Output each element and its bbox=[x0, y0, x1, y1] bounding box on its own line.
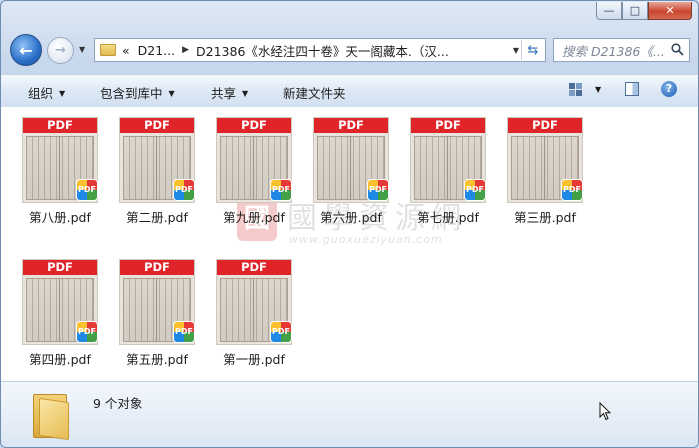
address-overflow[interactable]: « bbox=[122, 43, 130, 58]
breadcrumb-item[interactable]: D21... bbox=[138, 43, 175, 58]
organize-menu[interactable]: 组织 ▼ bbox=[28, 83, 65, 102]
file-name: 第九册.pdf bbox=[223, 210, 285, 225]
new-folder-button[interactable]: 新建文件夹 bbox=[283, 83, 346, 102]
forward-button[interactable]: → bbox=[47, 37, 74, 64]
search-input[interactable]: 搜索 D21386《... bbox=[562, 41, 666, 60]
search-box[interactable]: 搜索 D21386《... bbox=[553, 38, 690, 62]
file-item[interactable]: PDF PDF 第五册.pdf bbox=[111, 257, 207, 367]
maximize-button[interactable]: □ bbox=[622, 2, 648, 20]
explorer-window: — □ ✕ ← → ▼ « D21... ▶ D21386《水经注四十卷》天一阁… bbox=[0, 0, 699, 448]
change-view-icon[interactable] bbox=[569, 83, 582, 96]
pdf-badge-icon: PDF bbox=[173, 179, 195, 201]
file-name: 第七册.pdf bbox=[417, 210, 479, 225]
pdf-badge-icon: PDF bbox=[173, 321, 195, 343]
pdf-badge-icon: PDF bbox=[270, 179, 292, 201]
command-bar: 组织 ▼ 包含到库中 ▼ 共享 ▼ 新建文件夹 ▼ ? bbox=[1, 74, 698, 108]
file-item[interactable]: PDF PDF 第二册.pdf bbox=[111, 115, 207, 225]
file-item[interactable]: PDF PDF 第七册.pdf bbox=[402, 115, 498, 225]
folder-icon bbox=[31, 392, 71, 441]
pdf-badge-icon: PDF bbox=[464, 179, 486, 201]
file-item[interactable]: PDF PDF 第三册.pdf bbox=[499, 115, 595, 225]
folder-icon bbox=[100, 44, 116, 56]
pdf-badge-icon: PDF bbox=[561, 179, 583, 201]
mouse-cursor-icon bbox=[599, 401, 612, 426]
back-button[interactable]: ← bbox=[10, 34, 42, 66]
pdf-badge-icon: PDF bbox=[367, 179, 389, 201]
watermark-url: www.guoxueziyuan.com bbox=[289, 233, 443, 246]
pdf-badge-icon: PDF bbox=[76, 179, 98, 201]
file-list[interactable]: 國 國學資源網 www.guoxueziyuan.com PDF PDF 第八册… bbox=[1, 107, 698, 381]
file-name: 第三册.pdf bbox=[514, 210, 576, 225]
file-item[interactable]: PDF PDF 第六册.pdf bbox=[305, 115, 401, 225]
address-dropdown[interactable]: ▼ bbox=[513, 46, 519, 55]
file-item[interactable]: PDF PDF 第八册.pdf bbox=[14, 115, 110, 225]
item-count: 9 个对象 bbox=[93, 396, 143, 411]
file-name: 第二册.pdf bbox=[126, 210, 188, 225]
breadcrumb-item[interactable]: D21386《水经注四十卷》天一阁藏本.（汉... bbox=[196, 41, 449, 60]
file-item[interactable]: PDF PDF 第一册.pdf bbox=[208, 257, 304, 367]
preview-pane-icon[interactable] bbox=[625, 82, 639, 96]
address-bar[interactable]: « D21... ▶ D21386《水经注四十卷》天一阁藏本.（汉... ▼ ⇆ bbox=[94, 38, 546, 62]
refresh-icon[interactable]: ⇆ bbox=[521, 40, 544, 60]
file-name: 第八册.pdf bbox=[29, 210, 91, 225]
view-options-dropdown[interactable]: ▼ bbox=[595, 85, 601, 94]
pdf-badge-icon: PDF bbox=[76, 321, 98, 343]
file-item[interactable]: PDF PDF 第九册.pdf bbox=[208, 115, 304, 225]
minimize-button[interactable]: — bbox=[596, 2, 622, 20]
close-button[interactable]: ✕ bbox=[648, 2, 692, 20]
search-icon[interactable] bbox=[671, 43, 684, 60]
breadcrumb-separator-icon[interactable]: ▶ bbox=[182, 45, 189, 55]
caption-buttons: — □ ✕ bbox=[596, 2, 692, 20]
file-name: 第六册.pdf bbox=[320, 210, 382, 225]
help-icon[interactable]: ? bbox=[661, 81, 677, 97]
recent-pages-dropdown[interactable]: ▼ bbox=[79, 45, 85, 54]
include-in-library-menu[interactable]: 包含到库中 ▼ bbox=[100, 83, 175, 102]
file-name: 第五册.pdf bbox=[126, 352, 188, 367]
details-pane: 9 个对象 bbox=[1, 381, 698, 447]
file-item[interactable]: PDF PDF 第四册.pdf bbox=[14, 257, 110, 367]
file-name: 第一册.pdf bbox=[223, 352, 285, 367]
share-menu[interactable]: 共享 ▼ bbox=[211, 83, 248, 102]
pdf-badge-icon: PDF bbox=[270, 321, 292, 343]
file-name: 第四册.pdf bbox=[29, 352, 91, 367]
